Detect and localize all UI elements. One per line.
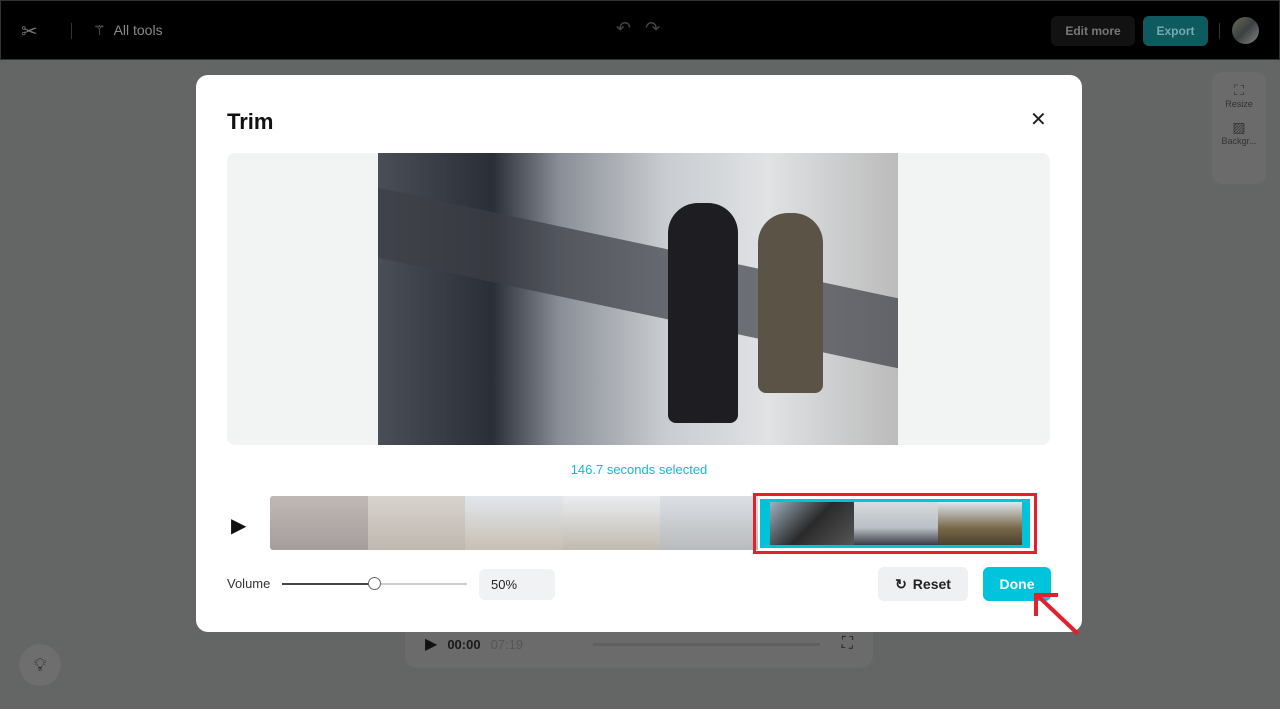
resize-icon: ⛶: [1234, 82, 1244, 98]
redo-icon[interactable]: ↷: [645, 18, 660, 39]
background-button[interactable]: ▨ Backgr...: [1212, 119, 1266, 146]
play-icon[interactable]: ▶: [425, 634, 437, 654]
side-panel: ⛶ Resize ▨ Backgr...: [1212, 72, 1266, 184]
export-button[interactable]: Export: [1143, 16, 1208, 46]
all-tools-button[interactable]: ⚚ All tools: [93, 22, 163, 39]
trim-dialog: Trim ✕ 146.7 seconds selected ▶ Volume 5…: [196, 75, 1082, 632]
video-frame: [378, 153, 898, 445]
divider: [1219, 23, 1220, 39]
volume-input[interactable]: 50%: [479, 569, 555, 600]
background-label: Backgr...: [1221, 136, 1257, 146]
top-bar: ✂ ⚚ All tools ↶ ↷ Edit more Export: [0, 0, 1280, 60]
background-icon: ▨: [1232, 119, 1246, 135]
magic-wand-icon: ⚚: [93, 22, 106, 38]
progress-bar[interactable]: [593, 642, 820, 646]
volume-label: Volume: [227, 576, 271, 591]
duration: 07:19: [490, 636, 524, 652]
avatar[interactable]: [1232, 17, 1259, 44]
lightbulb-icon: 💡︎: [33, 654, 47, 675]
fullscreen-icon[interactable]: ⛶: [842, 635, 853, 653]
resize-button[interactable]: ⛶ Resize: [1212, 82, 1266, 109]
resize-label: Resize: [1225, 99, 1253, 109]
selection-duration: 146.7 seconds selected: [570, 462, 708, 477]
divider: [71, 23, 72, 39]
volume-slider[interactable]: [282, 577, 467, 590]
dialog-title: Trim: [227, 109, 274, 134]
edit-more-button[interactable]: Edit more: [1051, 16, 1135, 46]
close-icon[interactable]: ✕: [1030, 107, 1047, 132]
current-time: 00:00: [447, 636, 481, 652]
annotation-arrow-icon: [1034, 593, 1080, 636]
all-tools-label: All tools: [113, 22, 163, 38]
undo-icon[interactable]: ↶: [616, 18, 631, 39]
reset-button[interactable]: ↻ Reset: [878, 567, 968, 601]
reset-icon: ↻: [895, 575, 907, 592]
volume-slider-handle[interactable]: [368, 577, 381, 590]
video-preview: [227, 153, 1050, 445]
trim-selection[interactable]: [753, 493, 1037, 554]
play-icon[interactable]: ▶: [231, 513, 246, 538]
capcut-logo-icon[interactable]: ✂: [21, 19, 38, 44]
reset-label: Reset: [912, 576, 951, 592]
tips-button[interactable]: 💡︎: [19, 644, 61, 686]
